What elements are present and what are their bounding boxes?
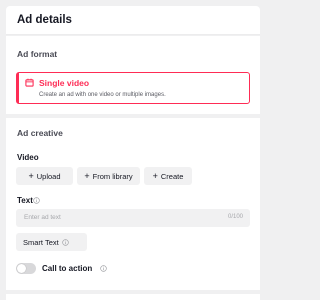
video-label: Video	[17, 153, 39, 162]
ad-format-section: Ad format Single video Create an ad with…	[6, 36, 260, 114]
create-button-label: Create	[160, 171, 184, 181]
character-counter: 0/100	[227, 214, 243, 220]
smart-text-label: Smart Text	[23, 237, 59, 247]
create-button[interactable]: + Create	[144, 167, 192, 185]
upload-button-label: Upload	[36, 171, 61, 181]
ad-text-input[interactable]: Enter ad text 0/100	[16, 209, 250, 227]
plus-icon: +	[84, 170, 90, 181]
info-icon	[61, 238, 69, 246]
from-library-button-label: From library	[92, 171, 133, 181]
option-description: Create an ad with one video or multiple …	[39, 92, 166, 98]
plus-icon: +	[152, 170, 158, 181]
from-library-button[interactable]: + From library	[77, 167, 140, 185]
info-icon[interactable]	[33, 197, 40, 204]
smart-text-button[interactable]: Smart Text	[16, 233, 87, 251]
page-title: Ad details	[17, 14, 72, 26]
toggle-knob	[17, 264, 26, 273]
option-title: Single video	[39, 78, 90, 88]
ad-text-placeholder: Enter ad text	[24, 214, 61, 221]
call-to-action-label: Call to action	[42, 264, 93, 273]
calendar-icon	[25, 78, 34, 87]
next-section	[6, 294, 260, 300]
ad-details-header: Ad details	[6, 6, 260, 35]
info-icon[interactable]	[100, 265, 107, 272]
text-label: Text	[17, 196, 33, 205]
ad-creative-title: Ad creative	[17, 128, 63, 138]
plus-icon: +	[28, 170, 34, 181]
ad-creative-section: Ad creative Video + Upload + From librar…	[6, 118, 260, 290]
ad-format-title: Ad format	[17, 49, 58, 59]
upload-button[interactable]: + Upload	[16, 167, 73, 185]
single-video-option[interactable]: Single video Create an ad with one video…	[16, 72, 250, 104]
call-to-action-toggle[interactable]	[16, 263, 36, 274]
